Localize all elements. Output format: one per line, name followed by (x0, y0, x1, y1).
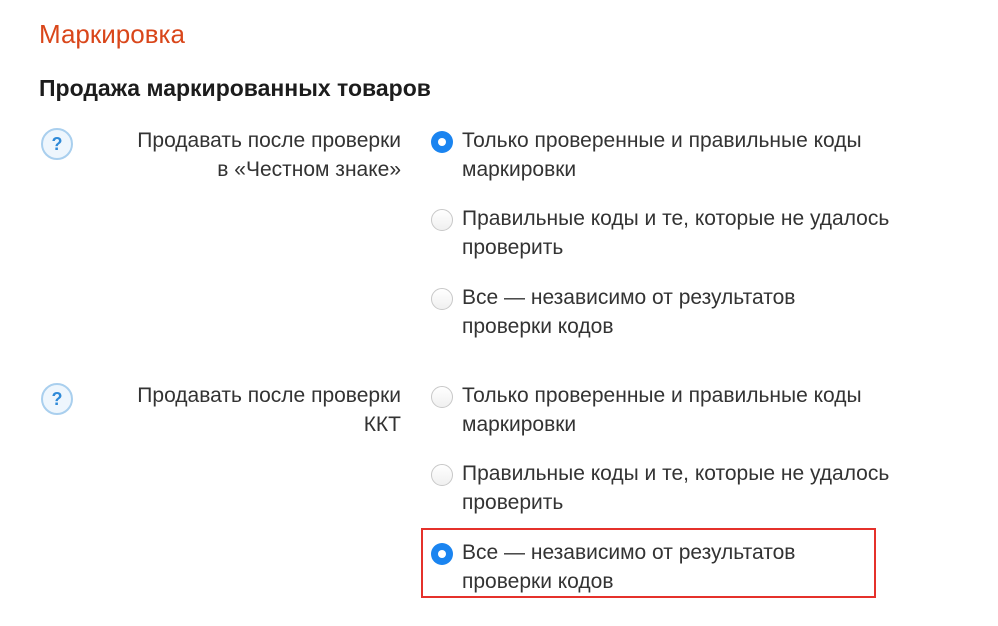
radio-button[interactable] (431, 131, 453, 153)
radio-option-label-line: проверить (462, 236, 564, 259)
radio-option-label-line: проверить (462, 491, 564, 514)
setting-label-line: ККТ (363, 413, 401, 436)
radio-option-label-line: Правильные коды и те, которые не удалось (462, 462, 890, 485)
radio-option-label-line: Только проверенные и правильные коды (462, 129, 862, 152)
radio-option-label: Только проверенные и правильные коды мар… (462, 126, 982, 184)
section-title: Продажа маркированных товаров (39, 75, 431, 101)
highlight-annotation-box (421, 528, 876, 598)
radio-button[interactable] (431, 386, 453, 408)
radio-option-label-line: Все — независимо от результатов (462, 286, 796, 309)
setting-label-line: Продавать после проверки (137, 384, 401, 407)
radio-option-label-line: маркировки (462, 158, 577, 181)
radio-option-label-line: проверки кодов (462, 315, 614, 338)
question-icon[interactable]: ? (41, 128, 73, 160)
radio-button[interactable] (431, 464, 453, 486)
radio-option-label: Только проверенные и правильные коды мар… (462, 381, 982, 439)
question-icon[interactable]: ? (41, 383, 73, 415)
page-title: Маркировка (39, 19, 185, 49)
setting-label-line: в «Честном знаке» (217, 158, 401, 181)
radio-button[interactable] (431, 288, 453, 310)
setting-label: Продавать после проверки ККТ (80, 381, 401, 439)
radio-option-label: Все — независимо от результатов проверки… (462, 283, 982, 341)
radio-button[interactable] (431, 209, 453, 231)
radio-option-label-line: Только проверенные и правильные коды (462, 384, 862, 407)
setting-label: Продавать после проверки в «Честном знак… (80, 126, 401, 184)
radio-option-label-line: Правильные коды и те, которые не удалось (462, 207, 890, 230)
radio-option-label: Правильные коды и те, которые не удалось… (462, 204, 982, 262)
setting-label-line: Продавать после проверки (137, 129, 401, 152)
radio-option-label-line: маркировки (462, 413, 577, 436)
radio-option-label: Правильные коды и те, которые не удалось… (462, 459, 982, 517)
